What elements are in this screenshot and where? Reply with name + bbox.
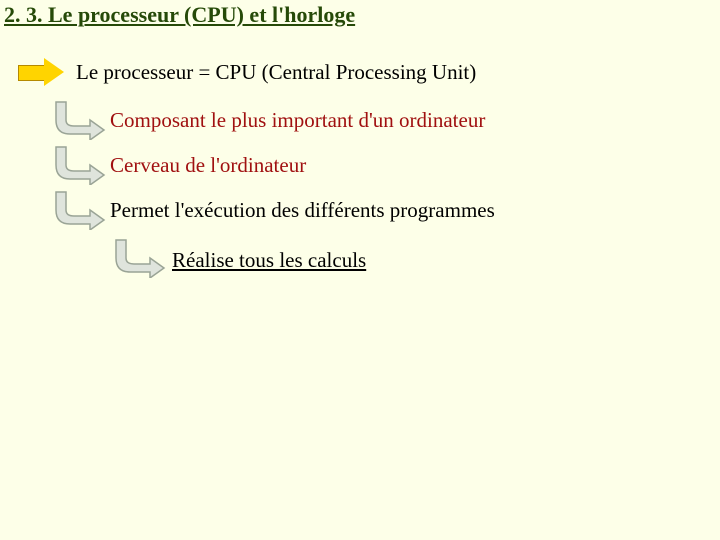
text-definition: Le processeur = CPU (Central Processing … — [76, 60, 476, 85]
text-important: Composant le plus important d'un ordinat… — [110, 108, 485, 133]
text-brain: Cerveau de l'ordinateur — [110, 153, 306, 178]
bent-arrow-icon — [52, 190, 107, 230]
slide: 2. 3. Le processeur (CPU) et l'horloge L… — [0, 0, 720, 540]
text-execution: Permet l'exécution des différents progra… — [110, 198, 495, 223]
section-title: 2. 3. Le processeur (CPU) et l'horloge — [4, 2, 355, 28]
bent-arrow-icon — [112, 238, 167, 278]
bent-arrow-icon — [52, 100, 107, 140]
arrow-right-icon — [18, 58, 68, 86]
bent-arrow-icon — [52, 145, 107, 185]
text-calculs: Réalise tous les calculs — [172, 248, 366, 273]
